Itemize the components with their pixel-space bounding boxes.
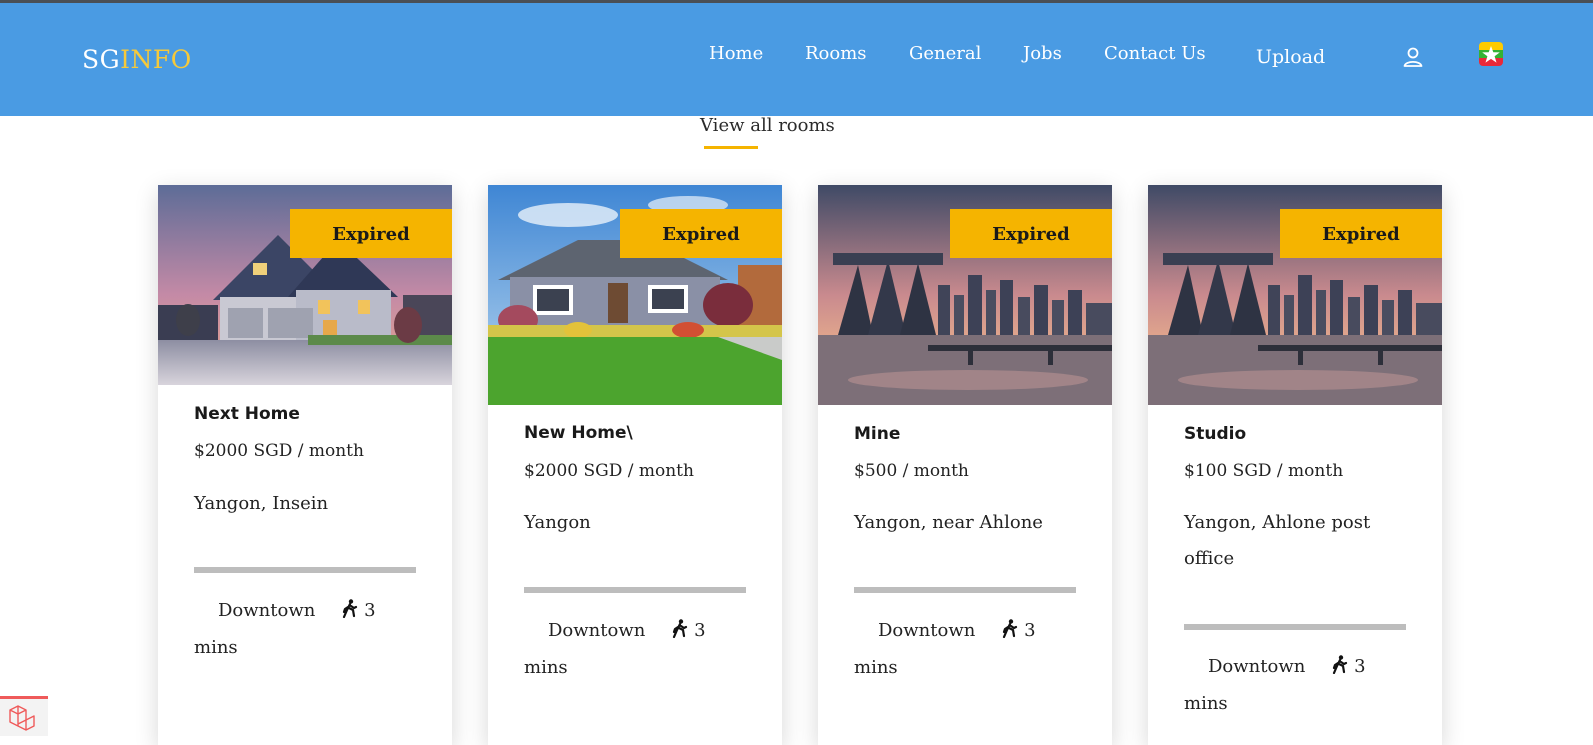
room-title[interactable]: Studio <box>1184 424 1246 444</box>
divider-bar <box>854 587 1076 593</box>
nav-general[interactable]: General <box>909 43 981 64</box>
walk-time: 3 <box>694 620 706 641</box>
nav-home[interactable]: Home <box>709 43 763 64</box>
room-meta: Downtown 3 mins <box>194 592 424 666</box>
myanmar-flag-icon[interactable] <box>1478 41 1504 67</box>
walk-unit: mins <box>194 637 238 658</box>
brand-part-sg: SG <box>82 45 121 74</box>
view-all-underline <box>704 146 758 149</box>
walk-time: 3 <box>1024 620 1036 641</box>
divider-bar <box>1184 624 1406 630</box>
room-price: $500 / month <box>854 461 969 481</box>
room-location: Yangon, Insein <box>194 493 329 514</box>
expired-badge: Expired <box>950 209 1112 258</box>
room-title[interactable]: New Home\ <box>524 423 633 443</box>
room-price: $2000 SGD / month <box>524 461 694 481</box>
walking-person-icon <box>1333 655 1348 674</box>
brand-logo[interactable]: SGINFO <box>82 45 192 74</box>
room-location: Yangon, Ahlone post office <box>1184 512 1371 569</box>
user-icon[interactable] <box>1402 46 1424 68</box>
brand-part-info: INFO <box>120 45 192 74</box>
expired-badge: Expired <box>290 209 452 258</box>
laravel-debug-icon[interactable] <box>0 696 48 736</box>
room-meta: Downtown 3 mins <box>524 612 754 686</box>
navbar: SGINFO Home Rooms General Jobs Contact U… <box>0 3 1593 116</box>
divider-bar <box>524 587 746 593</box>
room-location: Yangon <box>524 512 591 533</box>
room-meta: Downtown 3 mins <box>1184 648 1414 722</box>
room-card[interactable]: Expired Mine $500 / month Yangon, near A… <box>818 185 1112 745</box>
walk-unit: mins <box>524 657 568 678</box>
view-all-rooms-link[interactable]: View all rooms <box>700 115 835 136</box>
room-title[interactable]: Next Home <box>194 404 300 424</box>
area-label: Downtown <box>548 620 646 641</box>
room-card[interactable]: Expired New Home\ $2000 SGD / month Yang… <box>488 185 782 745</box>
room-title[interactable]: Mine <box>854 424 900 444</box>
room-card[interactable]: Expired Studio $100 SGD / month Yangon, … <box>1148 185 1442 745</box>
walking-person-icon <box>673 619 688 638</box>
area-label: Downtown <box>878 620 976 641</box>
area-label: Downtown <box>1208 656 1306 677</box>
expired-badge: Expired <box>1280 209 1442 258</box>
walk-time: 3 <box>1354 656 1366 677</box>
nav-rooms[interactable]: Rooms <box>805 43 867 64</box>
walk-unit: mins <box>854 657 898 678</box>
walk-unit: mins <box>1184 693 1228 714</box>
nav-contact-us[interactable]: Contact Us <box>1104 43 1206 64</box>
walk-time: 3 <box>364 600 376 621</box>
room-location: Yangon, near Ahlone <box>854 512 1043 533</box>
walking-person-icon <box>343 599 358 618</box>
nav-upload[interactable]: Upload <box>1256 46 1325 68</box>
nav-jobs[interactable]: Jobs <box>1023 43 1062 64</box>
walking-person-icon <box>1003 619 1018 638</box>
room-price: $2000 SGD / month <box>194 441 364 461</box>
divider-bar <box>194 567 416 573</box>
area-label: Downtown <box>218 600 316 621</box>
room-meta: Downtown 3 mins <box>854 612 1084 686</box>
room-price: $100 SGD / month <box>1184 461 1344 481</box>
room-card[interactable]: Expired Next Home $2000 SGD / month Yang… <box>158 185 452 745</box>
expired-badge: Expired <box>620 209 782 258</box>
